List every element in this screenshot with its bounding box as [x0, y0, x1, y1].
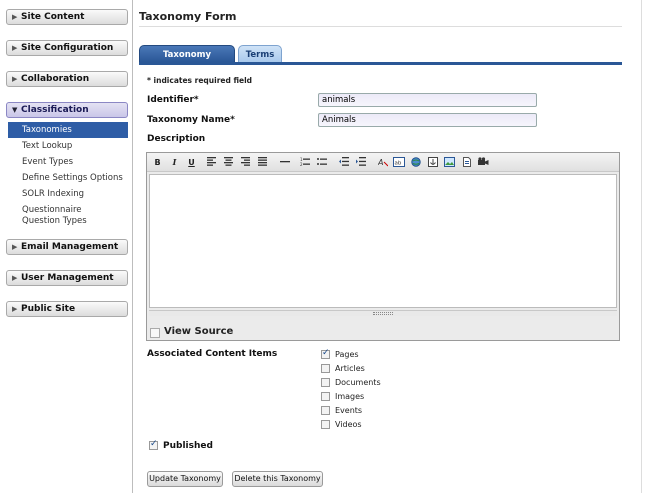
sidebar-item-solr-indexing[interactable]: SOLR Indexing — [8, 189, 128, 200]
sidebar-section-collaboration[interactable]: ▶ Collaboration — [6, 71, 128, 87]
expand-arrow-icon: ▶ — [12, 243, 18, 251]
published-label: Published — [163, 441, 213, 451]
svg-text:2: 2 — [300, 162, 303, 166]
italic-button[interactable]: I — [168, 156, 181, 169]
description-label: Description — [147, 134, 206, 144]
content-item-documents-label: Documents — [335, 378, 381, 387]
published-checkbox[interactable] — [149, 439, 158, 450]
sidebar-item-define-settings-options[interactable]: Define Settings Options — [8, 173, 128, 184]
expand-arrow-icon: ▶ — [12, 305, 18, 313]
horizontal-rule-icon[interactable] — [278, 156, 291, 169]
link-globe-icon[interactable] — [409, 156, 422, 169]
main-content: Taxonomy Form Taxonomy Definition Terms … — [134, 0, 650, 493]
remove-format-icon[interactable]: A — [376, 156, 389, 169]
insert-document-icon[interactable] — [460, 156, 473, 169]
indent-icon[interactable] — [354, 156, 367, 169]
expand-arrow-icon: ▶ — [12, 274, 18, 282]
expand-arrow-icon: ▶ — [12, 13, 18, 21]
content-item-pages-label: Pages — [335, 350, 359, 359]
sidebar-item-questionnaire-question-types[interactable]: Questionnaire Question Types — [8, 205, 120, 227]
expand-arrow-icon: ▶ — [12, 75, 18, 83]
associated-content-label: Associated Content Items — [147, 349, 278, 359]
title-divider — [139, 26, 622, 27]
required-field-note: * indicates required field — [147, 76, 253, 85]
delete-taxonomy-button[interactable]: Delete this Taxonomy — [232, 471, 323, 487]
align-left-icon[interactable] — [205, 156, 218, 169]
taxonomy-name-label: Taxonomy Name* — [147, 115, 235, 125]
collapse-arrow-icon: ▼ — [12, 106, 18, 114]
insert-media-icon[interactable] — [477, 156, 490, 169]
rich-text-editor: B I U 12 A ab View Source — [146, 152, 620, 341]
content-item-articles-label: Articles — [335, 364, 365, 373]
svg-text:A: A — [378, 158, 383, 167]
update-taxonomy-button[interactable]: Update Taxonomy — [147, 471, 223, 487]
insert-image-icon[interactable] — [443, 156, 456, 169]
content-item-images-checkbox[interactable] — [321, 392, 330, 401]
editor-resize-handle[interactable] — [149, 310, 617, 316]
svg-text:ab: ab — [394, 161, 401, 167]
align-right-icon[interactable] — [239, 156, 252, 169]
underline-button[interactable]: U — [185, 156, 198, 169]
identifier-field[interactable]: animals — [318, 93, 537, 107]
content-item-videos-checkbox[interactable] — [321, 420, 330, 429]
identifier-label: Identifier* — [147, 95, 199, 105]
sidebar-section-site-content[interactable]: ▶ Site Content — [6, 9, 128, 25]
sidebar-section-public-site[interactable]: ▶ Public Site — [6, 301, 128, 317]
content-item-articles-checkbox[interactable] — [321, 364, 330, 373]
align-justify-icon[interactable] — [256, 156, 269, 169]
right-border — [641, 0, 642, 493]
tab-bar-divider — [139, 62, 622, 65]
bullet-list-icon[interactable] — [315, 156, 328, 169]
find-replace-icon[interactable]: ab — [392, 156, 405, 169]
content-item-pages-checkbox[interactable] — [321, 348, 330, 359]
sidebar: ▶ Site Content ▶ Site Configuration ▶ Colla… — [0, 0, 133, 493]
content-item-images-label: Images — [335, 392, 365, 401]
bold-button[interactable]: B — [151, 156, 164, 169]
content-item-events-checkbox[interactable] — [321, 406, 330, 415]
tab-taxonomy-definition[interactable]: Taxonomy Definition — [139, 45, 235, 78]
page-title: Taxonomy Form — [139, 10, 237, 23]
view-source-label: View Source — [164, 326, 234, 337]
resize-grip-icon — [373, 312, 393, 315]
taxonomy-name-field[interactable]: Animals — [318, 113, 537, 127]
insert-anchor-icon[interactable] — [426, 156, 439, 169]
tab-terms[interactable]: Terms — [238, 45, 282, 63]
content-item-videos-label: Videos — [335, 420, 362, 429]
sidebar-section-user-management[interactable]: ▶ User Management — [6, 270, 128, 286]
expand-arrow-icon: ▶ — [12, 44, 18, 52]
numbered-list-icon[interactable]: 12 — [298, 156, 311, 169]
outdent-icon[interactable] — [337, 156, 350, 169]
editor-toolbar: B I U 12 A ab — [147, 153, 619, 172]
editor-text-area[interactable] — [149, 174, 617, 308]
align-center-icon[interactable] — [222, 156, 235, 169]
view-source-checkbox[interactable] — [150, 328, 160, 338]
sidebar-section-email-management[interactable]: ▶ Email Management — [6, 239, 128, 255]
sidebar-item-taxonomies[interactable]: Taxonomies — [8, 122, 128, 138]
sidebar-section-classification[interactable]: ▼ Classification — [6, 102, 128, 118]
sidebar-section-site-configuration[interactable]: ▶ Site Configuration — [6, 40, 128, 56]
view-source-row: View Source — [147, 325, 619, 341]
content-item-documents-checkbox[interactable] — [321, 378, 330, 387]
sidebar-item-event-types[interactable]: Event Types — [8, 157, 128, 168]
sidebar-item-text-lookup[interactable]: Text Lookup — [8, 141, 128, 152]
content-item-events-label: Events — [335, 406, 363, 415]
